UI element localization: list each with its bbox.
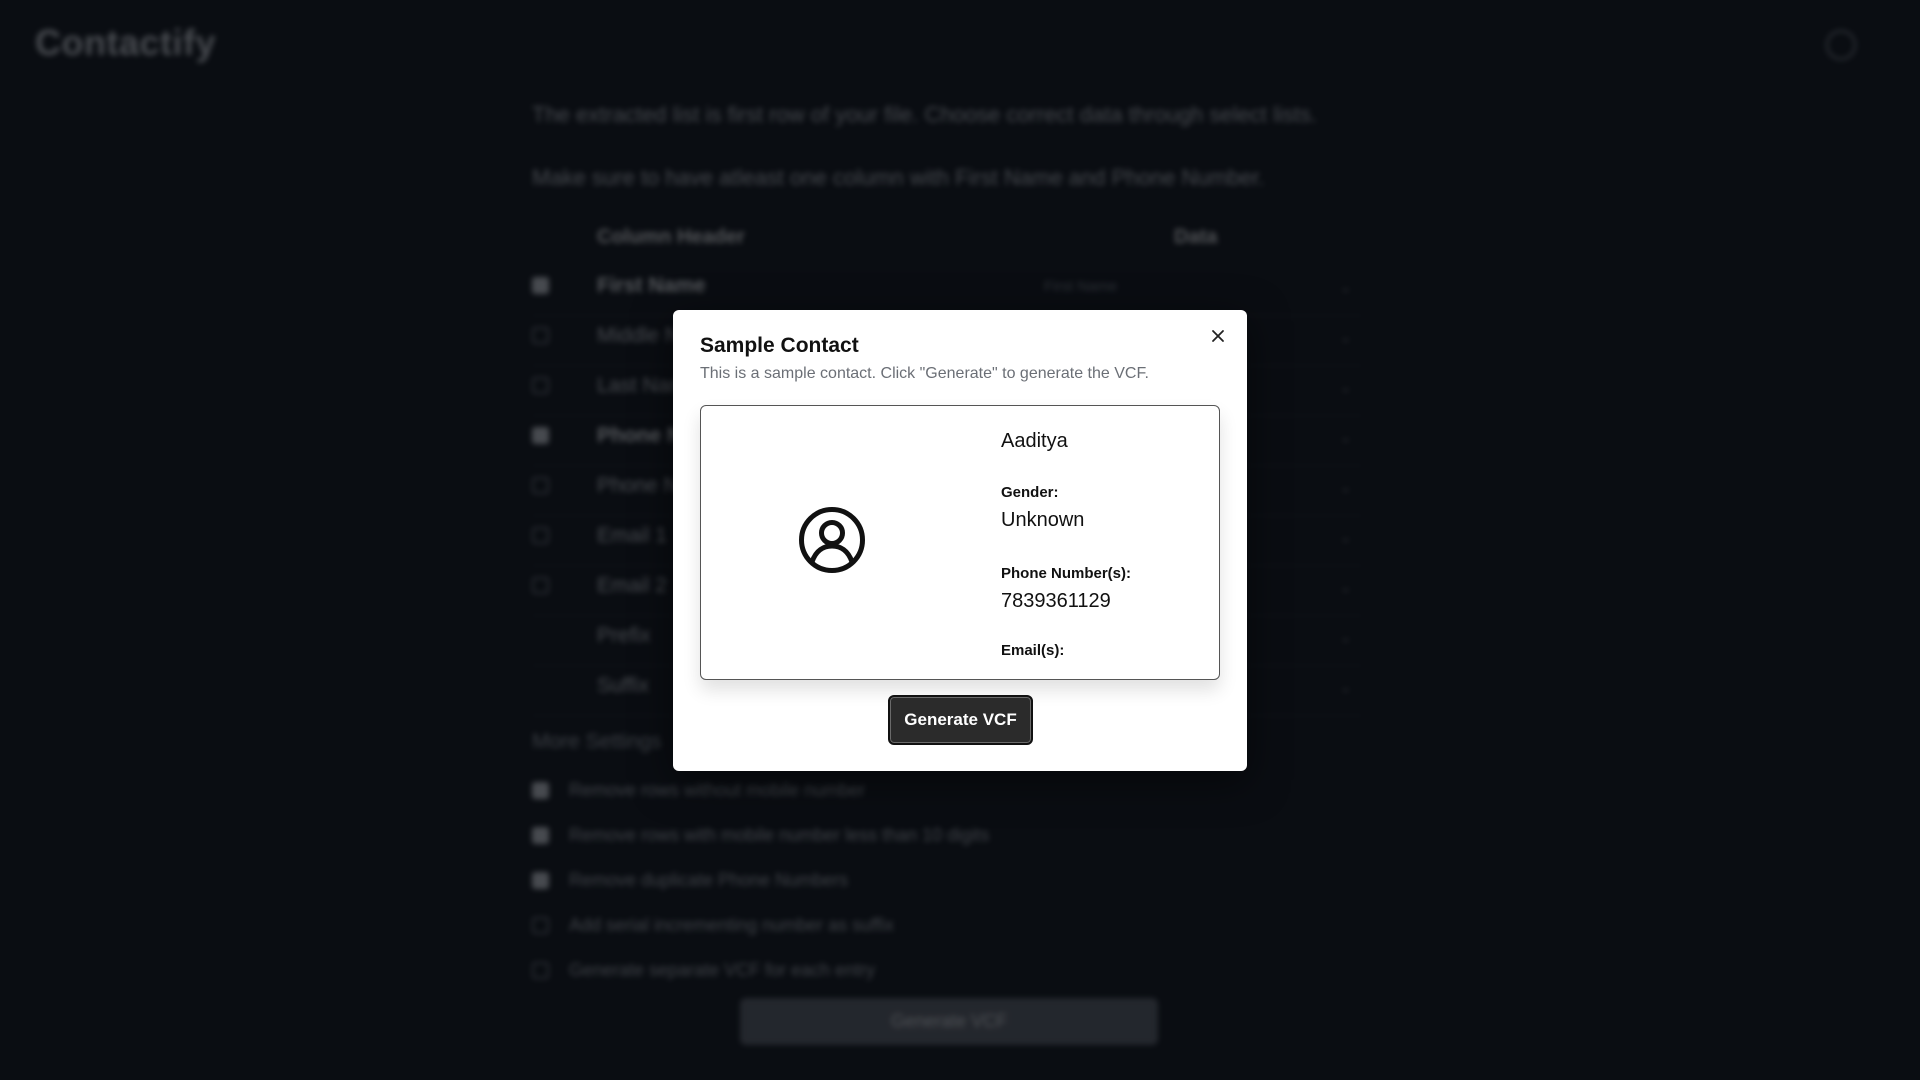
row-label: Email 2 <box>597 574 668 597</box>
table-row: First Name First Name ⌄ <box>532 266 1362 316</box>
settings-option-label: Add serial incrementing number as suffix <box>569 915 894 935</box>
row-checkbox[interactable] <box>532 277 549 294</box>
phone-value: 7839361129 <box>1001 590 1111 612</box>
contact-card: Aaditya Gender: Unknown Phone Number(s):… <box>700 405 1220 680</box>
phone-label: Phone Number(s): <box>1001 565 1132 582</box>
gender-value: Unknown <box>1001 509 1085 531</box>
generate-vcf-button[interactable]: Generate VCF <box>888 695 1033 745</box>
row-label: Email 1 <box>597 524 668 547</box>
intro-text: The extracted list is first row of your … <box>532 102 1317 127</box>
row-checkbox[interactable] <box>532 577 549 594</box>
settings-checkbox[interactable] <box>532 872 549 889</box>
settings-option-label: Remove duplicate Phone Numbers <box>569 870 849 890</box>
chevron-down-icon: ⌄ <box>1339 279 1352 296</box>
intro-hint: Make sure to have atleast one column wit… <box>532 165 1265 190</box>
chevron-down-icon: ⌄ <box>1339 629 1352 646</box>
row-select[interactable]: First Name ⌄ <box>1032 272 1362 304</box>
settings-option-label: Generate separate VCF for each entry <box>569 960 876 980</box>
row-checkbox[interactable] <box>532 527 549 544</box>
settings-option-label: Remove rows with mobile number less than… <box>569 825 990 845</box>
settings-option-label: Remove rows without mobile number <box>569 780 866 800</box>
chevron-down-icon: ⌄ <box>1339 479 1352 496</box>
user-circle-icon <box>798 506 866 574</box>
chevron-down-icon: ⌄ <box>1339 329 1352 346</box>
email-label: Email(s): <box>1001 642 1065 659</box>
row-label: Suffix <box>597 674 650 697</box>
row-checkbox[interactable] <box>532 477 549 494</box>
chevron-down-icon: ⌄ <box>1339 379 1352 396</box>
settings-checkbox[interactable] <box>532 917 549 934</box>
row-label: Prefix <box>597 624 651 647</box>
row-label: First Name <box>597 274 706 297</box>
dialog-description: This is a sample contact. Click "Generat… <box>700 365 1149 382</box>
row-checkbox[interactable] <box>532 327 549 344</box>
theme-toggle-icon[interactable] <box>1826 30 1856 60</box>
chevron-down-icon: ⌄ <box>1339 529 1352 546</box>
gender-label: Gender: <box>1001 484 1059 501</box>
contact-name: Aaditya <box>1001 430 1068 452</box>
settings-checkbox[interactable] <box>532 962 549 979</box>
dialog-title: Sample Contact <box>700 334 859 357</box>
generate-vcf-background-button[interactable]: Generate VCF <box>740 998 1158 1045</box>
close-icon[interactable] <box>1206 324 1230 348</box>
app-logo: Contactify <box>35 22 217 63</box>
settings-checkbox[interactable] <box>532 827 549 844</box>
column-header-label: Column Header <box>597 226 745 248</box>
chevron-down-icon: ⌄ <box>1339 579 1352 596</box>
settings-checkbox[interactable] <box>532 782 549 799</box>
row-checkbox[interactable] <box>532 427 549 444</box>
more-settings-heading: More Settings <box>532 730 662 753</box>
row-select-value: First Name <box>1044 278 1118 295</box>
data-header-label: Data <box>1174 226 1218 248</box>
chevron-down-icon: ⌄ <box>1339 679 1352 696</box>
chevron-down-icon: ⌄ <box>1339 429 1352 446</box>
row-checkbox[interactable] <box>532 377 549 394</box>
sample-contact-dialog: Sample Contact This is a sample contact.… <box>673 310 1247 771</box>
